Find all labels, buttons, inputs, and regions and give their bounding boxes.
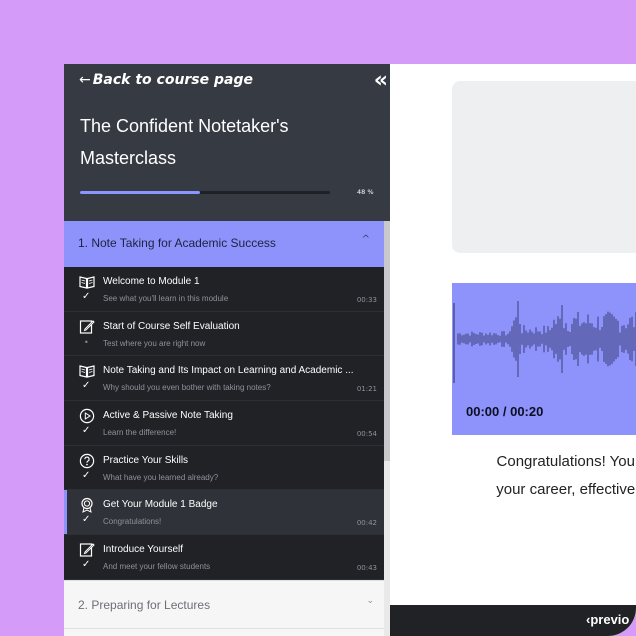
lesson-text-line-1: Congratulations! You e [496,453,636,470]
checkmark-icon: ✓ [82,559,91,571]
lesson-duration: 00:42 [356,519,377,528]
course-progress-fill [80,191,200,194]
sidebar-header: ← Back to course page « The Confident Not… [64,64,390,221]
book-icon [79,274,95,290]
lesson-item[interactable]: ✓ Note Taking and Its Impact on Learning … [64,356,384,402]
lesson-duration: 01:21 [356,385,377,394]
checkmark-icon: ✓ [82,425,91,437]
course-title: The Confident Notetaker's Masterclass [80,116,289,168]
collapse-sidebar-icon[interactable]: « [374,68,388,93]
lesson-subtitle: See what you'll learn in this module [103,294,229,303]
arrow-left-icon: ← [79,72,91,88]
audio-time: 00:00 / 00:20 [466,404,544,419]
back-to-course-link[interactable]: ← Back to course page [79,72,253,88]
lesson-title: Get Your Module 1 Badge [103,499,218,511]
lesson-subtitle: What have you learned already? [103,472,219,482]
previous-button[interactable]: ‹previo [586,612,629,627]
play-icon [79,408,95,424]
lesson-list: ✓ Welcome to Module 1 See what you'll lear… [64,267,384,580]
lesson-title: Start of Course Self Evaluation [103,320,240,332]
lesson-text-line-2: your career, effective n [496,481,636,498]
course-progress-text: 48 % [357,188,374,196]
module-2-title: 2. Preparing for Lectures [78,598,211,612]
lesson-title: Active & Passive Note Taking [103,410,233,422]
lesson-item[interactable]: ✓ Get Your Module 1 Badge Congratulations!… [64,490,384,536]
lesson-title: Welcome to Module 1 [103,276,200,287]
course-sidebar: ← Back to course page « The Confident Not… [64,64,390,636]
lesson-title: Note Taking and Its Impact on Learning a… [103,365,354,377]
lesson-item[interactable]: ✓ Introduce Yourself And meet your fellow … [64,535,384,580]
previous-label: previo [590,612,630,627]
module-1-title: 1. Note Taking for Academic Success [78,236,276,250]
lesson-subtitle: Congratulations! [103,517,162,527]
back-label: Back to course page [92,72,253,88]
badge-icon [79,497,95,514]
lesson-subtitle: Learn the difference! [103,428,177,438]
lesson-subtitle: And meet your fellow students [103,562,211,572]
page-background: ← Back to course page « The Confident Not… [0,0,636,636]
lesson-item[interactable]: ✓ Practice Your Skills What have you learn… [64,445,384,491]
lesson-subtitle: Test where you are right now [103,338,206,348]
media-placeholder [452,81,636,253]
edit-icon [79,319,95,335]
chevron-down-icon: ⌄ [366,596,374,606]
chevron-up-icon: ^ [361,234,370,245]
course-progress-bar [80,191,330,194]
lesson-duration: 00:54 [356,430,377,439]
lesson-item[interactable]: ✓ Active & Passive Note Taking Learn the d… [64,401,384,446]
lesson-duration: 00:33 [356,296,377,304]
module-2-header[interactable]: 2. Preparing for Lectures ⌄ [64,580,384,628]
book-icon [79,363,95,379]
audio-waveform[interactable] [452,283,636,393]
checkmark-icon: ✓ [82,380,91,392]
course-player: ← Back to course page « The Confident Not… [64,64,636,636]
lesson-content: 00:00 / 00:20 Congratulations! You e you… [390,64,636,636]
lesson-item[interactable]: ✓ Welcome to Module 1 See what you'll lear… [64,267,384,312]
lesson-subtitle: Why should you even bother with taking n… [103,383,271,393]
audio-player[interactable]: 00:00 / 00:20 [452,283,636,435]
lesson-title: Introduce Yourself [103,544,184,556]
incomplete-dot-icon: • [84,337,89,347]
lesson-duration: 00:43 [356,564,377,573]
lesson-item[interactable]: • Start of Course Self Evaluation Test whe… [64,311,384,357]
lesson-title: Practice Your Skills [103,454,189,466]
checkmark-icon: ✓ [82,514,91,526]
module-1-header[interactable]: 1. Note Taking for Academic Success ^ [64,221,384,267]
question-icon [79,453,95,469]
checkmark-icon: ✓ [82,469,91,481]
checkmark-icon: ✓ [82,291,91,302]
module-3-header[interactable] [64,628,384,636]
lesson-nav-bar: ‹previo [390,605,636,636]
edit-icon [79,542,95,558]
lesson-text: Congratulations! You e your career, effe… [452,448,636,504]
